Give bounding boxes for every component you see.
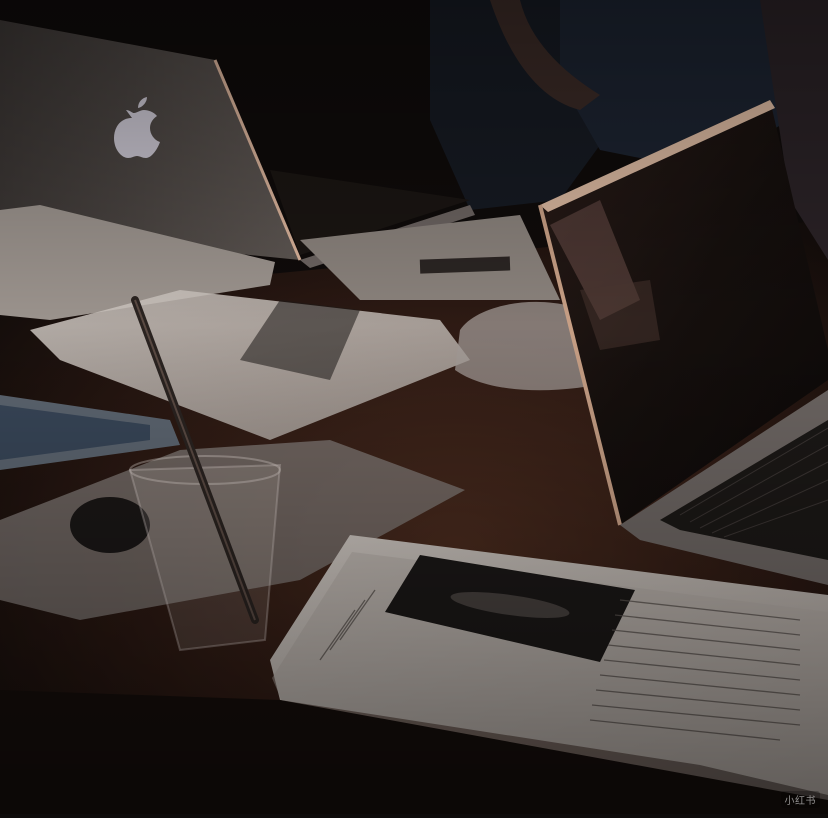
scene-illustration [0, 0, 828, 815]
photo-scene: 小红书 [0, 0, 828, 815]
watermark-logo: 小红书 [780, 791, 820, 808]
vignette-overlay [0, 0, 828, 814]
